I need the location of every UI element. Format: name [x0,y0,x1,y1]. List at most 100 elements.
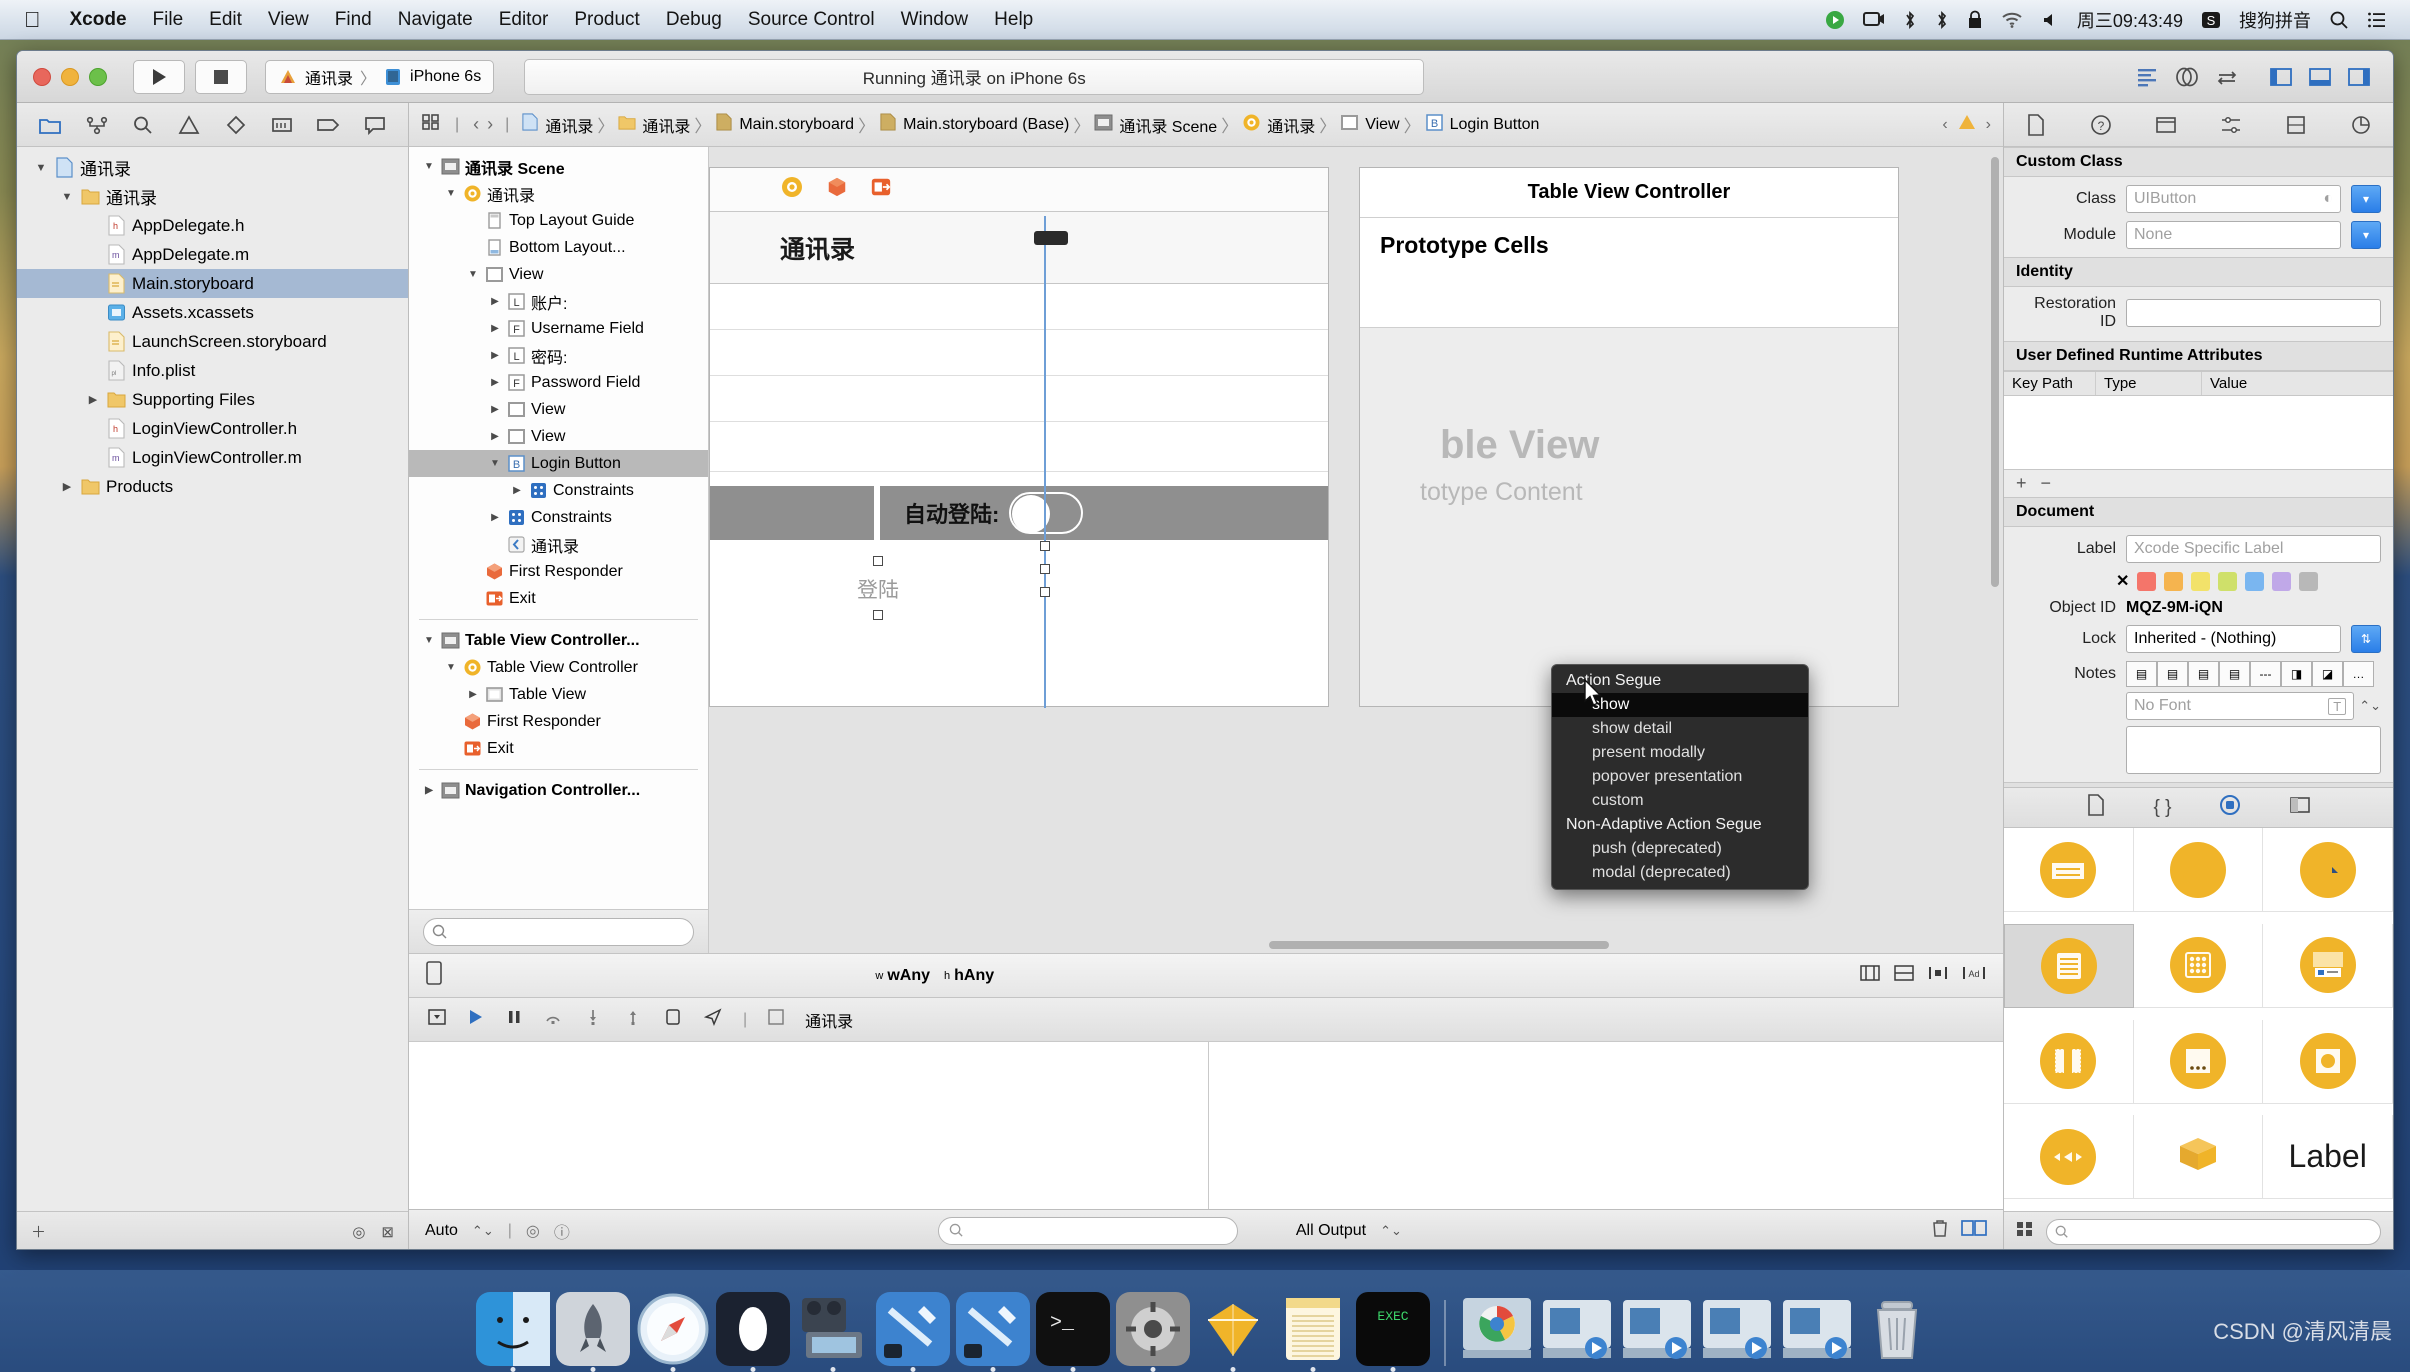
outline-row-password-field[interactable]: ▶ F Password Field [409,369,708,396]
hide-debug-icon[interactable] [427,1008,447,1031]
notes-textarea[interactable] [2126,726,2381,774]
class-input[interactable]: UIButton ◐ [2126,185,2341,213]
disclosure-triangle[interactable]: ▼ [59,191,75,203]
stop-button[interactable] [195,59,247,94]
login-scene[interactable]: 通讯录 自动登陆: 登陆 [709,167,1329,708]
udra-remove-button[interactable]: − [2041,473,2052,494]
align-left-icon[interactable]: ▤ [2126,661,2157,687]
viewcontroller-icon[interactable] [780,175,804,204]
menu-item-help[interactable]: Help [981,0,1046,40]
file-tree-row--[interactable]: ▼ 通讯录 [17,153,408,182]
test-navigator-icon[interactable] [221,110,251,140]
menu-item-editor[interactable]: Editor [486,0,562,40]
dock-minimized-window-icon[interactable] [1780,1292,1854,1366]
text-color-icon[interactable]: ◨ [2281,661,2312,687]
align-center-icon[interactable]: ▤ [2157,661,2188,687]
library-item-label-object-icon[interactable]: Label [2263,1115,2393,1200]
library-item-image-view-icon[interactable] [2263,1019,2393,1104]
swatch-orange[interactable] [2164,571,2184,591]
align-right-icon[interactable]: ▤ [2188,661,2219,687]
outline-row-top-layout-guide[interactable]: Top Layout Guide [409,207,708,234]
library-filter-input[interactable] [2046,1218,2381,1245]
menu-item-present-modally[interactable]: present modally [1552,741,1808,765]
constraint-handle-3[interactable] [1040,587,1050,597]
info-icon[interactable]: ⓘ [554,1219,570,1243]
module-dropdown-button[interactable]: ▾ [2351,221,2381,249]
filter-variables-icon[interactable]: ◎ [526,1221,540,1241]
right-grey-view[interactable]: 自动登陆: [880,486,1328,540]
recent-files-icon[interactable]: ⊠ [381,1223,394,1241]
breadcrumb-item-5[interactable]: 通讯录 [1242,113,1315,137]
previous-issue-icon[interactable]: ‹ [1942,116,1947,134]
menu-item-product[interactable]: Product [561,0,652,40]
device-icon[interactable] [425,961,443,990]
canvas-horizontal-scrollbar[interactable] [1269,941,1609,949]
quick-help-icon[interactable]: ? [2086,110,2116,140]
class-dropdown-button[interactable]: ▾ [2351,185,2381,213]
close-window-button[interactable] [33,67,51,86]
menu-item-push-deprecated-[interactable]: push (deprecated) [1552,837,1808,861]
input-method-badge-icon[interactable]: S [2192,0,2230,40]
library-item-player-controls-icon[interactable] [2004,1115,2134,1200]
library-item-collectionview-icon[interactable] [2133,828,2264,912]
variables-view[interactable] [409,1042,1209,1209]
disclosure-triangle[interactable]: ▶ [466,689,480,700]
next-issue-icon[interactable]: › [1986,116,1991,134]
library-item-tableview-cell-icon[interactable] [2004,828,2134,912]
pause-icon[interactable] [505,1008,523,1031]
outline-row-bottom-layout-[interactable]: Bottom Layout... [409,234,708,261]
swatch-red[interactable] [2137,571,2157,591]
update-frames-icon[interactable]: Ad [1961,963,1987,988]
breadcrumb[interactable]: 通讯录〉通讯录〉 Main.storyboard 〉 Main.storyboard … [521,112,1539,137]
dock-trash-icon[interactable] [1860,1292,1934,1366]
toggle-utilities-icon[interactable] [2341,61,2377,93]
file-tree-row-appdelegate-h[interactable]: h AppDelegate.h [17,211,408,240]
outline-row-view[interactable]: ▼ View [409,261,708,288]
scheme-selector[interactable]: 通讯录 〉 iPhone 6s [265,59,495,94]
udra-rows[interactable] [2004,396,2393,470]
debug-process-label[interactable]: 通讯录 [805,1008,853,1032]
debug-split-icon[interactable] [1961,1218,1987,1243]
dock-xcode-beta-icon[interactable] [956,1292,1030,1372]
menu-item-window[interactable]: Window [888,0,982,40]
airplay-icon[interactable] [1854,0,1894,40]
menu-item-show-detail[interactable]: show detail [1552,717,1808,741]
issue-navigator-icon[interactable] [174,110,204,140]
disclosure-triangle[interactable]: ▼ [422,635,436,646]
file-tree-row-loginviewcontroller-m[interactable]: m LoginViewController.m [17,443,408,472]
file-tree-row-main-storyboard[interactable]: Main.storyboard [17,269,408,298]
disclosure-triangle[interactable]: ▶ [510,485,524,496]
table-view-controller-scene[interactable]: Table View Controller Prototype Cells bl… [1359,167,1899,707]
swatch-grey[interactable] [2299,571,2319,591]
search-navigator-icon[interactable] [128,110,158,140]
menu-item-view[interactable]: View [255,0,322,40]
minimize-window-button[interactable] [61,67,79,86]
attributes-inspector-icon[interactable] [2216,110,2246,140]
outline-row-constraints[interactable]: ▶ Constraints [409,504,708,531]
dock-minimized-window-icon[interactable] [1620,1292,1694,1366]
menu-item-navigate[interactable]: Navigate [385,0,486,40]
size-class-indicator[interactable]: w wAny h hAny [875,967,994,985]
menu-item-file[interactable]: File [140,0,197,40]
outline-row-login-button[interactable]: ▼ B Login Button [409,450,708,477]
object-library-icon[interactable] [2219,794,2241,821]
selection-handle-top[interactable] [873,556,883,566]
lock-icon[interactable] [1958,0,1992,40]
highlight-color-icon[interactable]: ◪ [2312,661,2343,687]
identity-inspector-icon[interactable] [2151,110,2181,140]
output-scope-chevron-icon[interactable]: ⌃⌄ [1380,1223,1402,1239]
swatch-green[interactable] [2218,571,2238,591]
exit-icon[interactable] [870,176,892,203]
variables-scope-label[interactable]: Auto [425,1222,458,1240]
jump-forward-button[interactable]: › [487,114,493,135]
disclosure-triangle[interactable]: ▶ [488,296,502,307]
continue-icon[interactable] [467,1008,485,1031]
dock-sketch-icon[interactable] [1196,1292,1270,1372]
dock-minimized-window-icon[interactable] [1700,1292,1774,1366]
breadcrumb-item-1[interactable]: 通讯录 [618,113,690,137]
resolve-auto-layout-icon[interactable] [1927,963,1949,988]
standard-editor-icon[interactable] [2129,61,2165,93]
window-controls[interactable] [33,67,107,86]
breadcrumb-item-6[interactable]: View [1340,113,1400,137]
dock-terminal-icon[interactable]: >_ [1036,1292,1110,1372]
